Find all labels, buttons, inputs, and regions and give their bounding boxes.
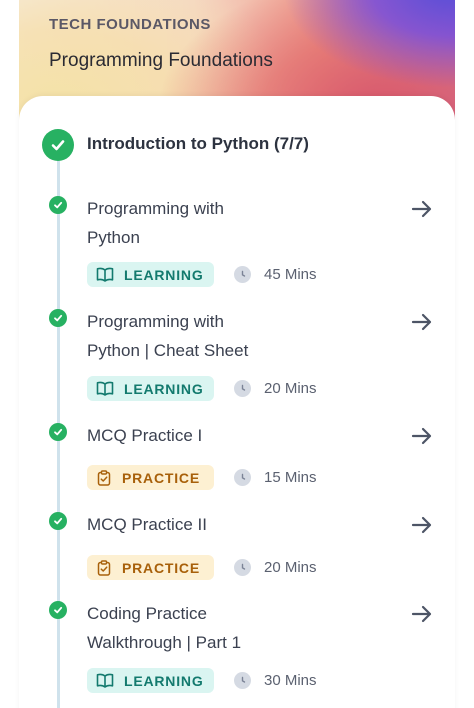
item-duration: 30 Mins <box>264 672 317 689</box>
clipboard-check-icon <box>97 469 111 486</box>
learning-badge: LEARNING <box>87 668 214 693</box>
book-open-icon <box>96 673 114 688</box>
item-title: Programming with Python | Cheat Sheet <box>87 312 249 360</box>
learning-badge: LEARNING <box>87 262 214 287</box>
clock-icon <box>234 266 251 283</box>
clock-icon <box>234 380 251 397</box>
item-duration: 45 Mins <box>264 266 317 283</box>
check-circle-icon <box>49 423 67 441</box>
item-duration: 20 Mins <box>264 559 317 576</box>
practice-badge: PRACTICE <box>87 465 214 490</box>
arrow-right-icon[interactable] <box>410 310 434 334</box>
item-duration: 15 Mins <box>264 469 317 486</box>
clock-icon <box>234 469 251 486</box>
item-title: MCQ Practice II <box>87 515 207 534</box>
book-open-icon <box>96 267 114 282</box>
learning-badge: LEARNING <box>87 376 214 401</box>
item-duration: 20 Mins <box>264 380 317 397</box>
item-title: Coding Practice Walkthrough | Part 1 <box>87 604 242 652</box>
clock-icon <box>234 559 251 576</box>
module-title[interactable]: Introduction to Python (7/7) <box>87 134 309 154</box>
check-circle-icon <box>49 512 67 530</box>
check-circle-icon <box>49 601 67 619</box>
book-open-icon <box>96 381 114 396</box>
course-title: Programming Foundations <box>49 50 273 71</box>
item-title: Programming with Python <box>87 199 224 247</box>
arrow-right-icon[interactable] <box>410 424 434 448</box>
arrow-right-icon[interactable] <box>410 513 434 537</box>
module-complete-check-icon <box>42 129 74 161</box>
practice-badge: PRACTICE <box>87 555 214 580</box>
arrow-right-icon[interactable] <box>410 197 434 221</box>
check-circle-icon <box>49 309 67 327</box>
clock-icon <box>234 672 251 689</box>
arrow-right-icon[interactable] <box>410 602 434 626</box>
course-category: TECH FOUNDATIONS <box>49 16 211 33</box>
clipboard-check-icon <box>97 559 111 576</box>
check-circle-icon <box>49 196 67 214</box>
item-title: MCQ Practice I <box>87 426 203 445</box>
